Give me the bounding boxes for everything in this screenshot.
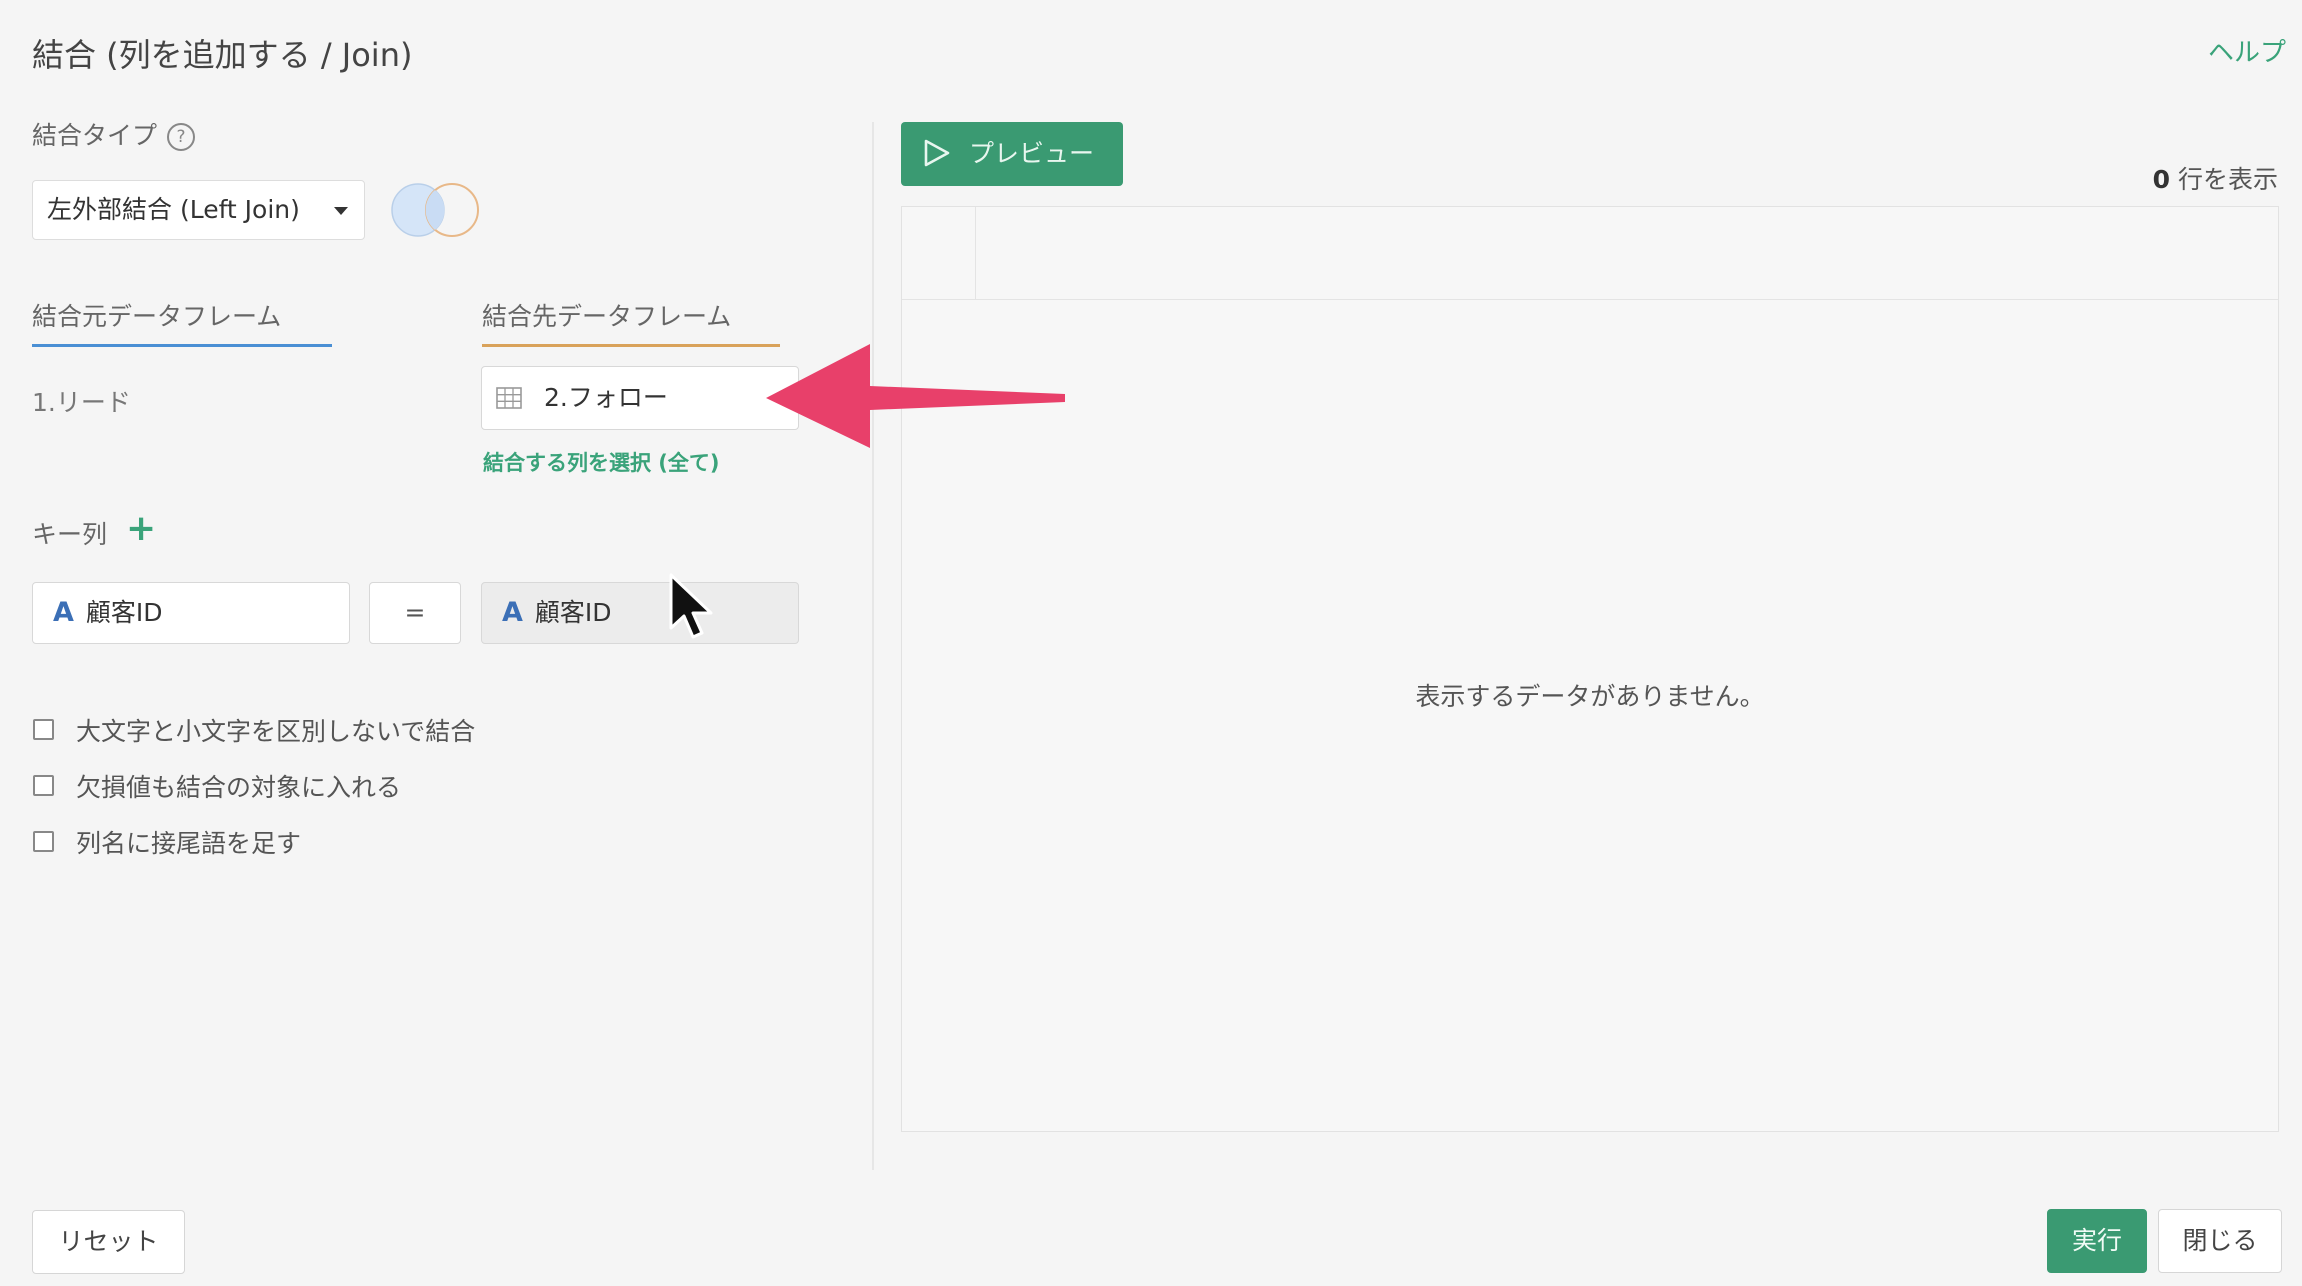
join-type-select[interactable]: 左外部結合 (Left Join) [32, 180, 365, 240]
preview-table: 表示するデータがありません。 [901, 206, 2279, 1132]
caret-down-icon [334, 207, 348, 215]
equals-operator: = [369, 582, 461, 644]
case-insensitive-checkbox[interactable] [33, 719, 54, 740]
row-count: 0 行を表示 [2153, 160, 2278, 196]
dialog-title: 結合 (列を追加する / Join) [32, 36, 413, 74]
target-dataframe-select[interactable]: 2.フォロー [481, 366, 799, 430]
select-join-columns-link[interactable]: 結合する列を選択 (全て) [483, 447, 720, 477]
target-dataframe-value: 2.フォロー [544, 383, 668, 412]
tab-source-dataframe[interactable]: 結合元データフレーム [32, 297, 281, 333]
preview-table-header [902, 207, 2278, 300]
table-icon [496, 387, 522, 409]
help-link[interactable]: ヘルプ [2208, 32, 2286, 69]
preview-button-label: プレビュー [969, 139, 1095, 168]
text-type-icon: A [502, 597, 523, 628]
run-button[interactable]: 実行 [2047, 1209, 2147, 1273]
right-key-column-select[interactable]: A 顧客ID [481, 582, 799, 644]
play-icon [924, 139, 950, 167]
left-join-venn-icon [391, 183, 479, 237]
tab-source-underline [32, 344, 332, 347]
add-suffix-label: 列名に接尾語を足す [76, 829, 302, 858]
key-columns-label: キー列 [32, 520, 108, 549]
join-type-label: 結合タイプ? [32, 116, 196, 152]
row-index-column-divider [975, 207, 976, 299]
join-type-selected-value: 左外部結合 (Left Join) [47, 195, 300, 224]
left-key-column-value: 顧客ID [85, 598, 163, 627]
annotation-arrow-icon [766, 344, 1065, 448]
include-missing-checkbox[interactable] [33, 775, 54, 796]
include-missing-label: 欠損値も結合の対象に入れる [76, 773, 402, 802]
case-insensitive-label: 大文字と小文字を区別しないで結合 [76, 717, 476, 746]
join-type-label-text: 結合タイプ [32, 121, 158, 150]
source-dataframe-name: 1.リード [32, 388, 131, 417]
left-key-column-select[interactable]: A 顧客ID [32, 582, 350, 644]
tab-target-dataframe[interactable]: 結合先データフレーム [482, 297, 731, 333]
add-key-icon[interactable]: + [126, 511, 156, 547]
add-suffix-checkbox[interactable] [33, 831, 54, 852]
reset-button[interactable]: リセット [32, 1210, 185, 1274]
row-count-suffix: 行を表示 [2170, 165, 2278, 194]
close-button[interactable]: 閉じる [2158, 1209, 2282, 1273]
mouse-cursor-icon [669, 573, 713, 639]
panel-divider [872, 122, 874, 1170]
row-count-number: 0 [2152, 165, 2171, 194]
right-key-column-value: 顧客ID [534, 598, 612, 627]
text-type-icon: A [53, 597, 74, 628]
tab-target-underline [482, 344, 780, 347]
empty-data-message: 表示するデータがありません。 [1415, 682, 1765, 711]
help-circle-icon[interactable]: ? [167, 123, 196, 151]
preview-button[interactable]: プレビュー [901, 122, 1123, 186]
